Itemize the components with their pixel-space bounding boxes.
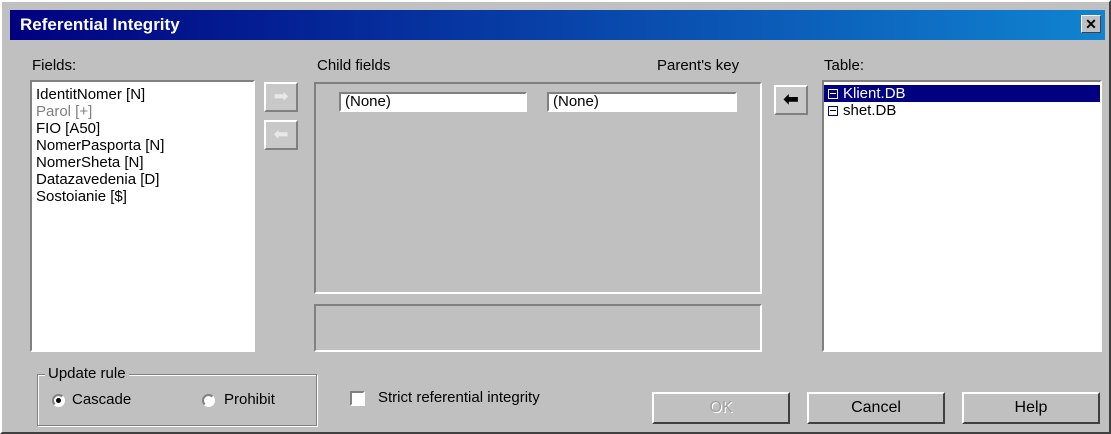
- arrow-right-icon: ➡: [273, 86, 289, 106]
- key-mapping-panel: [314, 82, 762, 294]
- strict-integrity-label[interactable]: Strict referential integrity: [378, 389, 540, 406]
- table-listbox[interactable]: Klient.DB shet.DB: [822, 80, 1102, 352]
- fields-listbox[interactable]: IdentitNomer [N] Parol [+] FIO [A50] NomerP…: [30, 80, 255, 352]
- add-field-button[interactable]: ➡: [264, 82, 298, 112]
- child-field-input[interactable]: (None): [339, 92, 527, 112]
- remove-field-button[interactable]: ⬅: [264, 120, 298, 150]
- table-item[interactable]: shet.DB: [824, 102, 1100, 119]
- parent-key-input[interactable]: (None): [547, 92, 737, 112]
- cancel-button[interactable]: Cancel: [807, 392, 945, 424]
- field-item[interactable]: NomerPasporta [N]: [32, 137, 253, 154]
- arrow-left-icon: ⬅: [273, 124, 289, 144]
- fields-label: Fields:: [32, 57, 77, 74]
- close-icon: ✕: [1085, 16, 1097, 32]
- field-item[interactable]: FIO [A50]: [32, 120, 253, 137]
- field-item[interactable]: NomerSheta [N]: [32, 154, 253, 171]
- update-rule-caption: Update rule: [45, 365, 129, 382]
- field-item[interactable]: IdentitNomer [N]: [32, 86, 253, 103]
- ok-button[interactable]: OK: [652, 392, 790, 424]
- window-title: Referential Integrity: [20, 15, 180, 34]
- field-item[interactable]: Datazavedenia [D]: [32, 171, 253, 188]
- select-table-button[interactable]: ⬅: [774, 85, 808, 115]
- referential-integrity-dialog: Referential Integrity ✕ Fields: IdentitN…: [0, 0, 1111, 434]
- strict-integrity-checkbox[interactable]: [350, 391, 365, 406]
- table-icon: [828, 88, 838, 99]
- prohibit-radio[interactable]: [202, 394, 215, 407]
- child-fields-label: Child fields: [317, 57, 391, 74]
- table-label: Table:: [824, 57, 865, 74]
- cascade-radio[interactable]: [52, 394, 65, 407]
- field-item[interactable]: Sostoianie [$]: [32, 188, 253, 205]
- prohibit-label[interactable]: Prohibit: [224, 391, 275, 408]
- parents-key-label: Parent's key: [657, 57, 740, 74]
- table-item-label: shet.DB: [843, 102, 897, 119]
- table-item-label: Klient.DB: [843, 85, 906, 102]
- arrow-left-icon: ⬅: [783, 89, 799, 109]
- close-button[interactable]: ✕: [1081, 15, 1101, 33]
- table-icon: [828, 105, 838, 116]
- status-panel: [314, 304, 762, 352]
- cascade-label[interactable]: Cascade: [72, 391, 131, 408]
- title-bar[interactable]: Referential Integrity ✕: [10, 10, 1105, 40]
- table-item[interactable]: Klient.DB: [824, 85, 1100, 102]
- help-button[interactable]: Help: [962, 392, 1100, 424]
- field-item[interactable]: Parol [+]: [32, 103, 253, 120]
